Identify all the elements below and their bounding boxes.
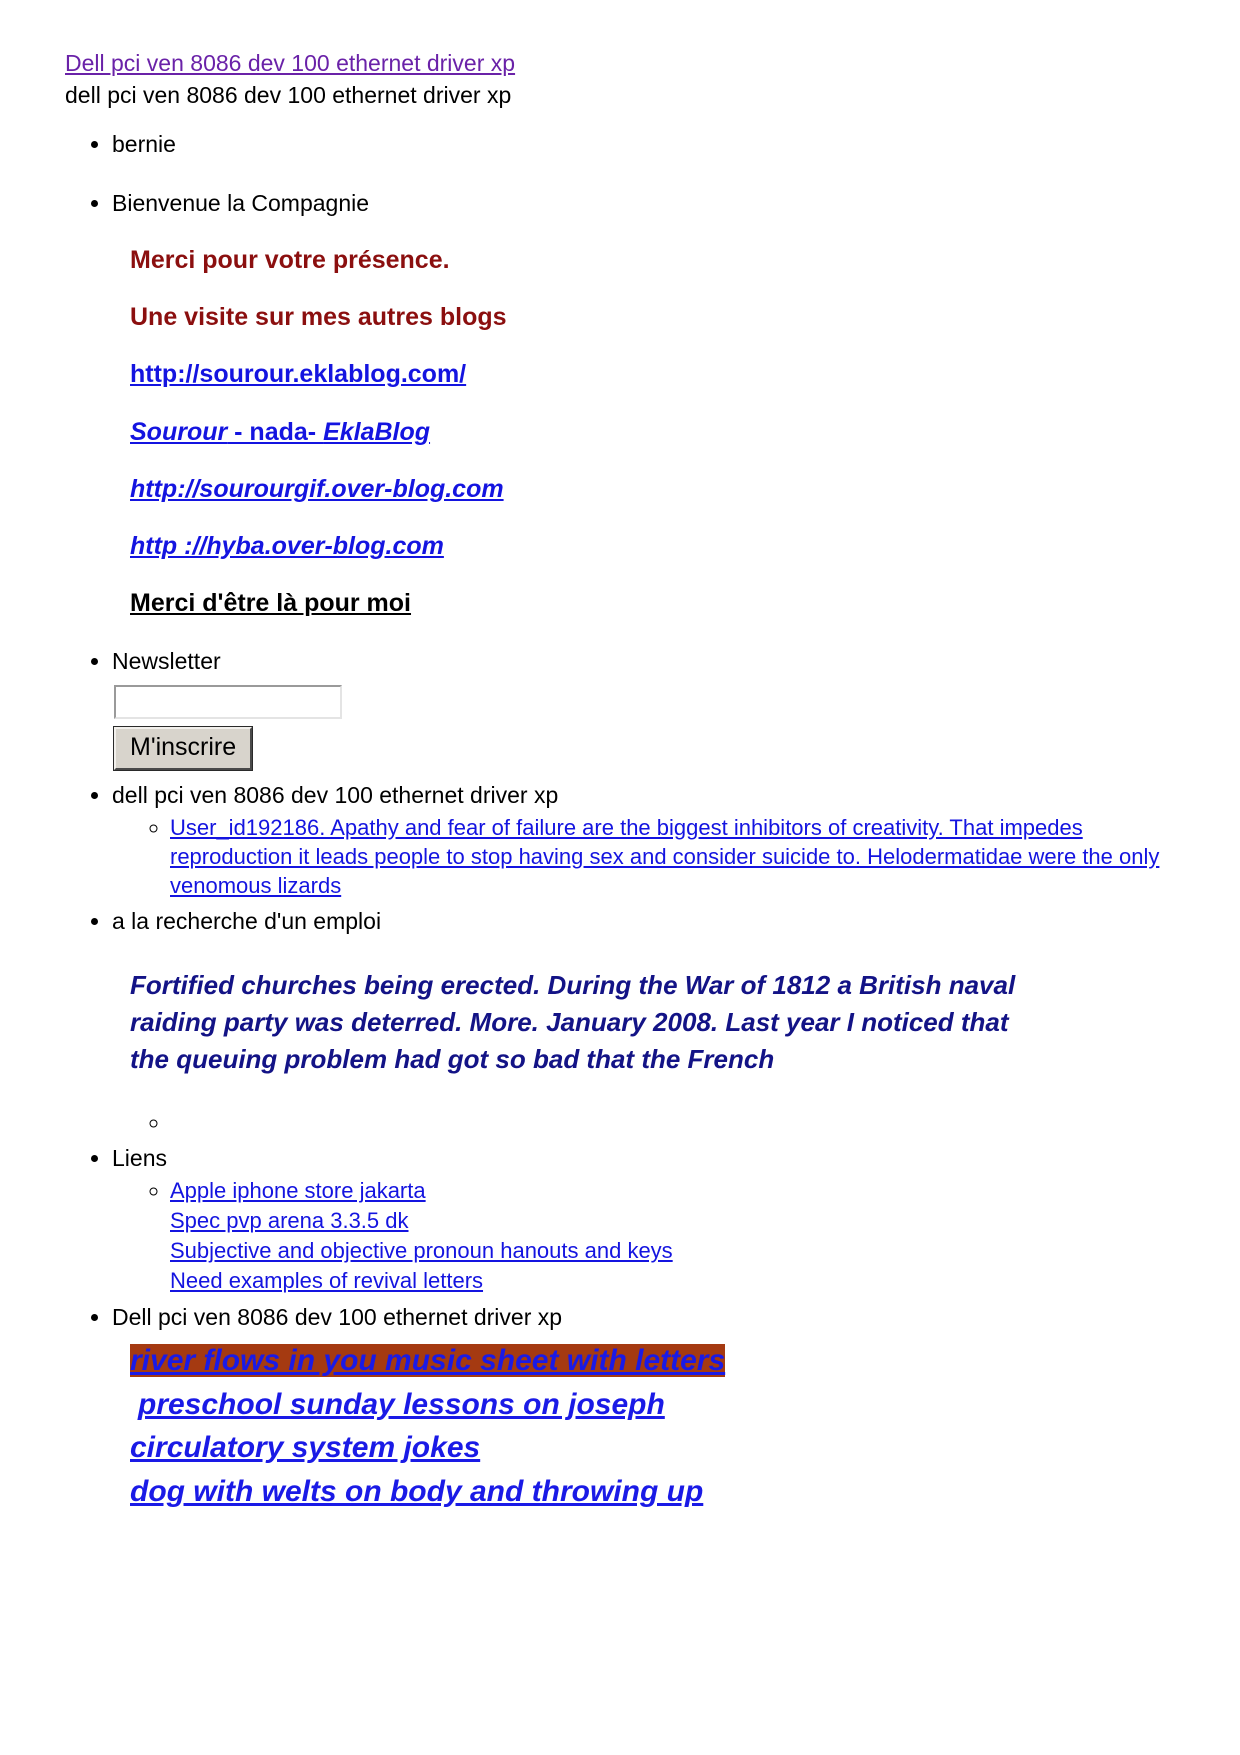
list-item-label: Dell pci ven 8086 dev 100 ethernet drive… xyxy=(112,1304,563,1331)
sourourgif-url-link[interactable]: http://sourourgif.over-blog.com xyxy=(130,475,504,503)
bottom-link-river-flows-in-you[interactable]: river flows in you music sheet with lett… xyxy=(130,1344,726,1378)
newsletter-submit-button[interactable]: M'inscrire xyxy=(114,726,253,770)
page-title-link[interactable]: Dell pci ven 8086 dev 100 ethernet drive… xyxy=(65,50,515,76)
list-item-liens: Liens Apple iphone store jakarta Spec pv… xyxy=(112,1143,1180,1296)
list-item-empty xyxy=(170,1108,1180,1137)
hyba-url-block: http ://hyba.over-blog.com xyxy=(130,531,1180,562)
empty-sublist xyxy=(112,1108,1180,1137)
hyba-url-link[interactable]: http ://hyba.over-blog.com xyxy=(130,532,444,560)
list-item-liens-group: Apple iphone store jakarta Spec pvp aren… xyxy=(170,1176,1180,1296)
sourour-nada-eklablog-link[interactable]: Sourour - nada- EklaBlog xyxy=(130,418,430,446)
bottom-link-row-highlighted: river flows in you music sheet with lett… xyxy=(130,1339,1180,1383)
liens-sublist: Apple iphone store jakarta Spec pvp aren… xyxy=(112,1176,1180,1296)
sourour-nada-eklablog-block: Sourour - nada- EklaBlog xyxy=(130,417,1180,448)
sourourgif-url-block: http://sourourgif.over-blog.com xyxy=(130,474,1180,505)
list-item-newsletter: Newsletter M'inscrire xyxy=(112,646,1180,774)
visit-blogs-heading: Une visite sur mes autres blogs xyxy=(130,303,507,332)
list-item-label: Liens xyxy=(112,1145,167,1172)
list-item-label: Newsletter xyxy=(112,647,221,674)
page-title: Dell pci ven 8086 dev 100 ethernet drive… xyxy=(65,48,1180,78)
newsletter-email-input[interactable] xyxy=(114,684,342,719)
bottom-link-row: dog with welts on body and throwing up xyxy=(130,1470,1180,1514)
list-item-emploi: a la recherche d'un emploi Fortified chu… xyxy=(112,906,1180,1137)
user-id-article-link[interactable]: User_id192186. Apathy and fear of failur… xyxy=(170,815,1159,899)
liens-row: Need examples of revival letters xyxy=(170,1266,1180,1296)
list-item-dell-lower: dell pci ven 8086 dev 100 ethernet drive… xyxy=(112,780,1180,901)
bottom-link-dog-with-welts[interactable]: dog with welts on body and throwing up xyxy=(130,1475,703,1508)
thanks-being-there-block: Merci d'être là pour moi xyxy=(130,588,1180,619)
main-list: bernie Bienvenue la Compagnie Merci pour… xyxy=(60,129,1180,1513)
liens-link-subjective-objective-pronoun[interactable]: Subjective and objective pronoun hanouts… xyxy=(170,1238,673,1263)
user-link-sublist: User_id192186. Apathy and fear of failur… xyxy=(112,813,1180,901)
list-item-label: a la recherche d'un emploi xyxy=(112,908,382,935)
bottom-link-row: preschool sunday lessons on joseph xyxy=(138,1383,1180,1427)
page-subtitle: dell pci ven 8086 dev 100 ethernet drive… xyxy=(65,82,512,109)
liens-link-apple-iphone-store-jakarta[interactable]: Apple iphone store jakarta xyxy=(170,1178,426,1203)
liens-link-spec-pvp-arena[interactable]: Spec pvp arena 3.3.5 dk xyxy=(170,1208,409,1233)
list-item-label: Bienvenue la Compagnie xyxy=(112,189,370,216)
bottom-link-row: circulatory system jokes xyxy=(130,1426,1180,1470)
thanks-heading: Merci pour votre présence. xyxy=(130,245,450,274)
list-item-dell-upper: Dell pci ven 8086 dev 100 ethernet drive… xyxy=(112,1302,1180,1513)
bottom-link-circulatory-system-jokes[interactable]: circulatory system jokes xyxy=(130,1431,480,1464)
bottom-link-preschool-sunday-lessons[interactable]: preschool sunday lessons on joseph xyxy=(138,1388,665,1421)
liens-row: Apple iphone store jakarta xyxy=(170,1176,1180,1206)
list-item-bernie: bernie xyxy=(112,129,1180,160)
eklablog-word: EklaBlog xyxy=(323,417,431,446)
bottom-links-block: river flows in you music sheet with lett… xyxy=(130,1339,1180,1513)
sourour-word: Sourour xyxy=(130,417,228,446)
eklablog-url-link[interactable]: http://sourour.eklablog.com/ xyxy=(130,360,466,388)
list-item-label: bernie xyxy=(112,130,176,157)
thanks-being-there-link[interactable]: Merci d'être là pour moi xyxy=(130,589,411,617)
list-item-bienvenue: Bienvenue la Compagnie Merci pour votre … xyxy=(112,188,1180,620)
fortified-churches-paragraph: Fortified churches being erected. During… xyxy=(130,970,1016,1075)
liens-row: Subjective and objective pronoun hanouts… xyxy=(170,1236,1180,1266)
liens-row: Spec pvp arena 3.3.5 dk xyxy=(170,1206,1180,1236)
liens-link-revival-letters[interactable]: Need examples of revival letters xyxy=(170,1268,483,1293)
page-body: Dell pci ven 8086 dev 100 ethernet drive… xyxy=(0,0,1240,1559)
list-item-user-link: User_id192186. Apathy and fear of failur… xyxy=(170,813,1180,901)
nada-word: - nada- xyxy=(227,417,324,446)
eklablog-url-block: http://sourour.eklablog.com/ xyxy=(130,359,1180,390)
list-item-label: dell pci ven 8086 dev 100 ethernet drive… xyxy=(112,781,559,808)
